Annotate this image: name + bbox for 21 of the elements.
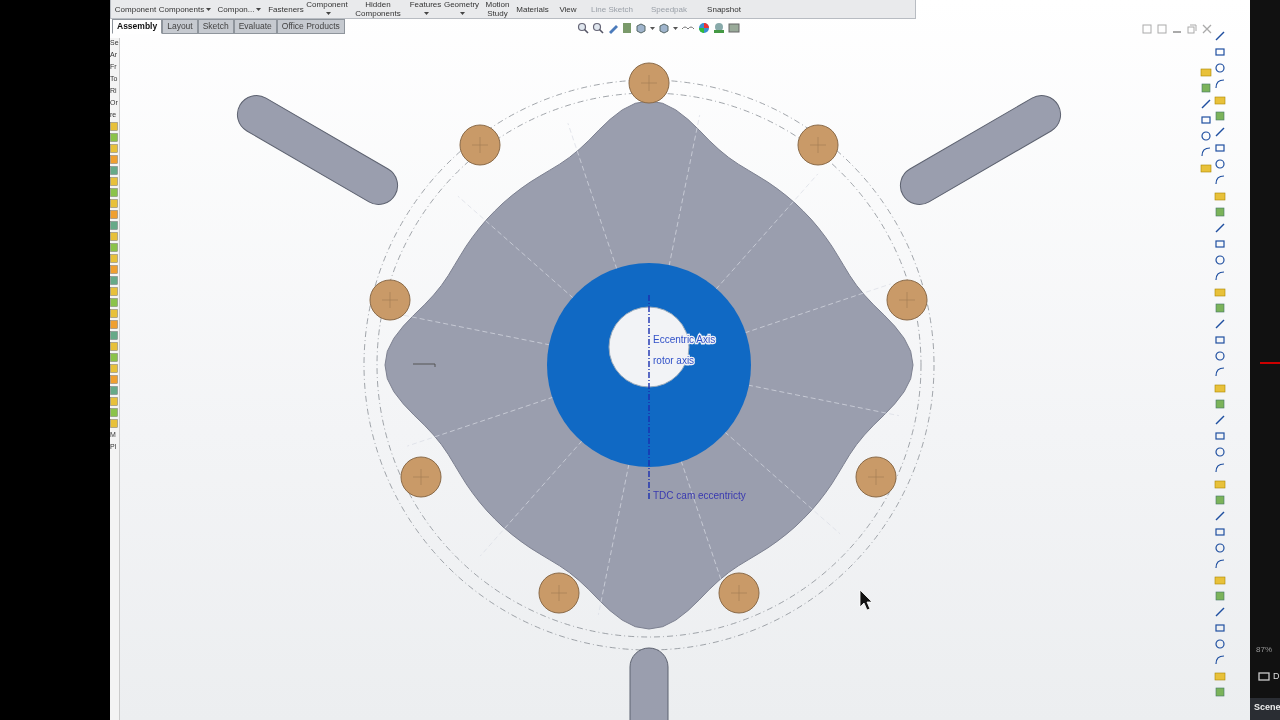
toolbar-button[interactable]: Materials — [515, 0, 550, 18]
tab[interactable]: Sketch — [197, 19, 234, 34]
toolbar-button[interactable]: Components — [157, 0, 213, 18]
toolbar-button[interactable]: Features — [408, 0, 443, 18]
zoom-label: 87% — [1255, 644, 1273, 656]
tab[interactable]: Office Products — [276, 19, 345, 34]
annotation-label: TDC cam eccentricty — [653, 490, 746, 501]
panel-tab[interactable]: Scene — [1250, 697, 1280, 720]
toolbar-button[interactable]: Geometry — [443, 0, 480, 18]
toolbar-button[interactable]: Hidden Components — [348, 0, 408, 18]
toolbar-button[interactable]: Fasteners — [266, 0, 306, 18]
toolbar-button[interactable]: View — [550, 0, 586, 18]
toolbar-button[interactable]: Component — [114, 0, 157, 18]
toolbar-button[interactable]: Compon... — [213, 0, 266, 18]
toolbar-button[interactable]: Component — [306, 0, 348, 18]
tab[interactable]: Layout — [162, 19, 198, 34]
tab[interactable]: Evaluate — [233, 19, 277, 34]
toolbar-button[interactable]: Motion Study — [480, 0, 515, 18]
tab[interactable]: Assembly — [112, 19, 163, 34]
toolbar-button[interactable]: Snapshot — [700, 0, 748, 18]
panel-item-label[interactable]: D — [1273, 670, 1280, 684]
